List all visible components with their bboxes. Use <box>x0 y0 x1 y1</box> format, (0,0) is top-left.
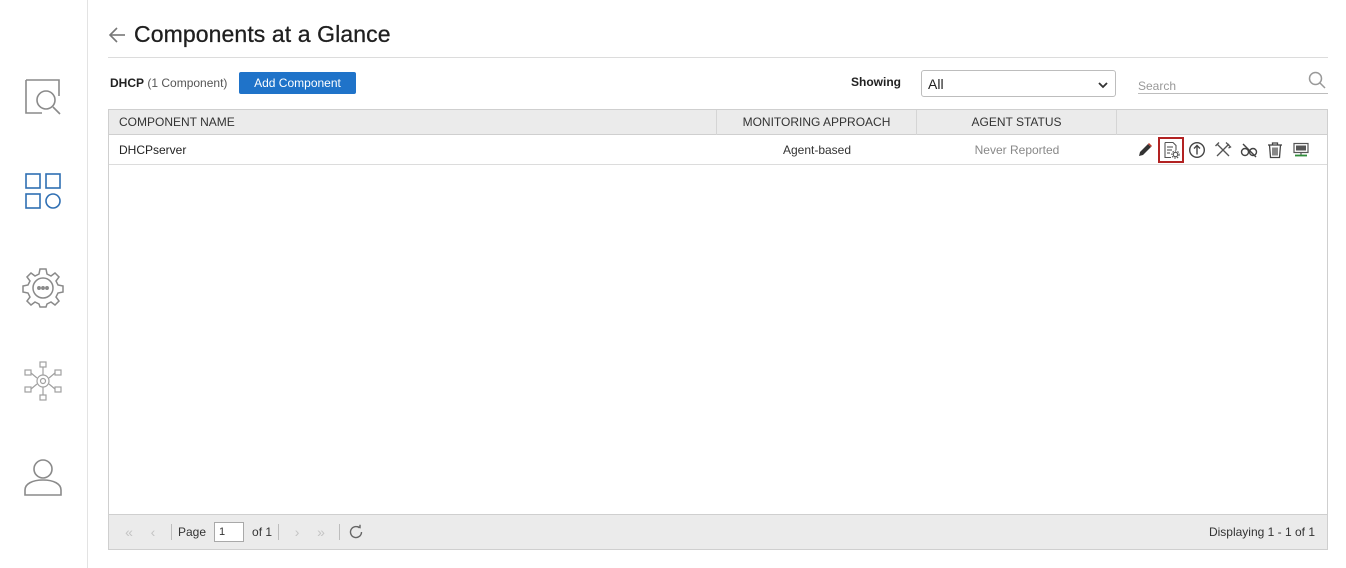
tools-icon[interactable] <box>1210 137 1236 163</box>
page-total-label: of 1 <box>252 525 273 539</box>
last-page-icon[interactable]: » <box>309 522 333 542</box>
pager-divider <box>278 524 280 540</box>
column-header-monitoring-approach[interactable]: MONITORING APPROACH <box>717 110 917 135</box>
table-row[interactable]: DHCPserver Agent-based Never Reported <box>109 135 1327 165</box>
monitoring-approach-cell: Agent-based <box>782 142 852 157</box>
showing-select-value: All <box>928 75 944 92</box>
grid-header: COMPONENT NAME MONITORING APPROACH AGENT… <box>109 110 1327 135</box>
page-number-input[interactable] <box>214 522 245 542</box>
priority-icon[interactable] <box>1184 137 1210 163</box>
search-box <box>1138 71 1328 94</box>
previous-page-icon[interactable]: ‹ <box>141 522 165 542</box>
column-header-actions <box>1117 110 1327 135</box>
next-page-icon[interactable]: › <box>285 522 309 542</box>
refresh-icon[interactable] <box>346 522 366 542</box>
search-input[interactable] <box>1138 74 1298 93</box>
group-name: DHCP <box>110 76 145 90</box>
components-grid-icon[interactable] <box>22 170 64 212</box>
page-header: Components at a Glance <box>108 12 1328 58</box>
back-arrow-icon[interactable] <box>108 25 128 45</box>
component-group-label: DHCP (1 Component) <box>110 76 227 90</box>
group-count: (1 Component) <box>147 76 228 90</box>
column-header-component-name[interactable]: COMPONENT NAME <box>109 110 717 135</box>
pager-divider <box>171 524 172 540</box>
pager-divider <box>339 524 341 540</box>
monitor-search-icon[interactable] <box>22 76 64 118</box>
page-label: Page <box>178 525 207 539</box>
toolbar: DHCP (1 Component) Add Component Showing… <box>110 70 1328 98</box>
add-component-button[interactable]: Add Component <box>239 72 356 94</box>
edit-icon[interactable] <box>1132 137 1158 163</box>
chevron-down-icon <box>1097 78 1109 90</box>
sidebar <box>0 0 88 568</box>
agent-status-cell: Never Reported <box>974 142 1060 157</box>
showing-select[interactable]: All <box>921 70 1116 97</box>
showing-label: Showing <box>851 75 901 89</box>
settings-gear-icon[interactable] <box>22 266 64 308</box>
network-config-icon[interactable] <box>22 360 64 402</box>
user-profile-icon[interactable] <box>22 456 64 498</box>
config-settings-icon[interactable] <box>1158 136 1184 163</box>
unmonitor-icon[interactable] <box>1236 137 1262 163</box>
component-name-cell: DHCPserver <box>119 142 187 157</box>
search-icon[interactable] <box>1308 71 1326 89</box>
page-title: Components at a Glance <box>134 21 391 47</box>
first-page-icon[interactable]: « <box>117 522 141 542</box>
pagination-bar: « ‹ Page of 1 › » Displaying 1 - 1 of 1 <box>109 514 1327 549</box>
row-actions <box>1117 136 1327 163</box>
displaying-count: Displaying 1 - 1 of 1 <box>1208 525 1315 539</box>
delete-icon[interactable] <box>1262 137 1288 163</box>
column-header-agent-status[interactable]: AGENT STATUS <box>917 110 1117 135</box>
components-grid: COMPONENT NAME MONITORING APPROACH AGENT… <box>108 109 1328 550</box>
ip-address-icon[interactable] <box>1288 137 1314 163</box>
